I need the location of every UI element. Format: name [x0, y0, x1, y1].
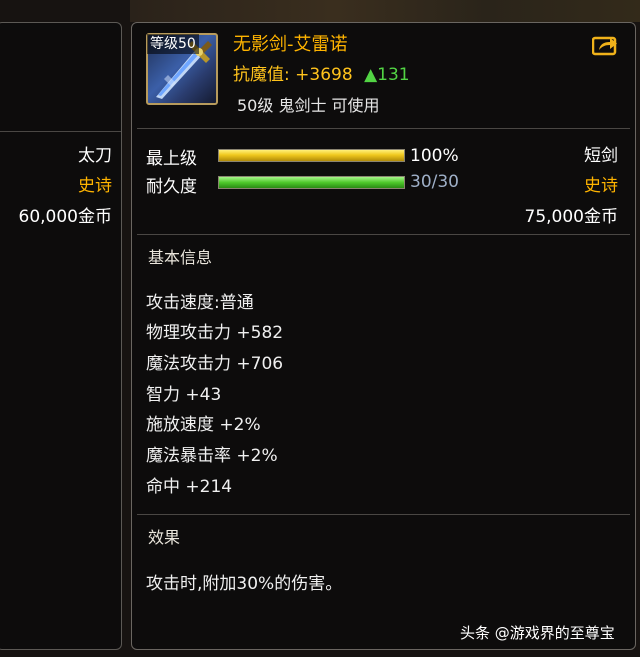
durability-bar [218, 176, 405, 189]
basic-info-title: 基本信息 [148, 248, 213, 267]
stat-hit-rate: 命中 +214 [146, 477, 233, 497]
watermark-text: 头条 @游戏界的至尊宝 [460, 624, 615, 642]
share-arrow-icon[interactable] [591, 34, 618, 56]
effect-text: 攻击时,附加30%的伤害。 [146, 574, 343, 594]
info-divider [137, 234, 630, 235]
grade-bar [218, 149, 405, 162]
compare-divider [0, 131, 121, 132]
magic-resist-delta: ▲131 [364, 65, 410, 85]
rarity-label: 史诗 [584, 176, 618, 196]
magic-resist-label: 抗魔值: [233, 65, 290, 85]
background-scene [130, 0, 640, 22]
stat-cast-speed: 施放速度 +2% [146, 415, 261, 435]
item-price: 75,000金币 [524, 207, 618, 227]
grade-label: 最上级 [146, 149, 197, 169]
stat-magic-attack: 魔法攻击力 +706 [146, 354, 284, 374]
stat-magic-crit: 魔法暴击率 +2% [146, 446, 278, 466]
compare-weapon-type: 太刀 [78, 146, 112, 166]
item-level-tag: 等级50 [147, 34, 199, 54]
stat-attack-speed: 攻击速度:普通 [146, 293, 254, 313]
stat-intelligence: 智力 +43 [146, 385, 222, 405]
magic-resist-value: +3698 [295, 65, 353, 85]
durability-bar-fill [219, 177, 404, 188]
effect-divider [137, 514, 630, 515]
weapon-type: 短剑 [584, 146, 618, 166]
effect-title: 效果 [148, 528, 181, 547]
durability-value: 30/30 [410, 172, 459, 192]
header-divider [137, 128, 630, 129]
magic-resist-line: 抗魔值: +3698 ▲131 [233, 60, 410, 85]
item-requirement: 50级 鬼剑士 可使用 [237, 96, 380, 115]
grade-value: 100% [410, 146, 459, 166]
grade-bar-fill [219, 150, 404, 161]
item-name: 无影剑-艾雷诺 [233, 34, 348, 55]
compare-item-panel [0, 22, 122, 650]
compare-price: 60,000金币 [18, 207, 112, 227]
stat-physical-attack: 物理攻击力 +582 [146, 323, 284, 343]
durability-label: 耐久度 [146, 177, 197, 197]
compare-rarity: 史诗 [78, 176, 112, 196]
